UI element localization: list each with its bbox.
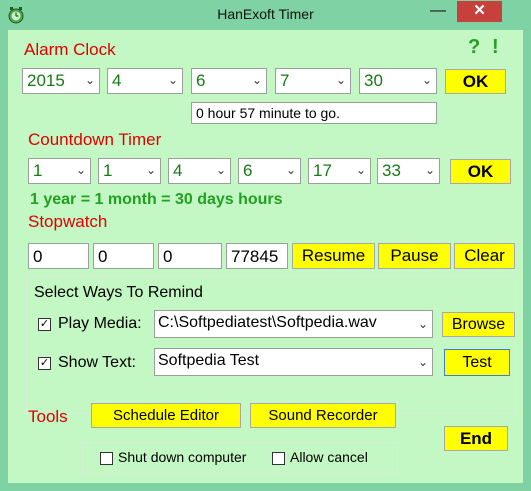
stopwatch-seconds-field[interactable]: 0 <box>158 243 222 269</box>
countdown-day-select[interactable]: 4 ⌄ <box>168 158 231 184</box>
shutdown-label: Shut down computer <box>118 449 247 465</box>
countdown-second-value: 33 <box>382 161 401 180</box>
countdown-month-select[interactable]: 1 ⌄ <box>98 158 161 184</box>
alarm-clock-label: Alarm Clock <box>24 40 116 59</box>
alarm-hour-select[interactable]: 7 ⌄ <box>275 68 351 94</box>
title-bar[interactable]: HanExoft Timer — ✕ <box>0 0 531 30</box>
close-icon[interactable]: ✕ <box>457 1 502 22</box>
countdown-month-value: 1 <box>103 161 113 180</box>
show-text-label: Show Text: <box>58 354 136 371</box>
stopwatch-hours-field[interactable]: 0 <box>28 243 89 269</box>
chevron-down-icon: ⌄ <box>335 73 346 87</box>
countdown-hour-value: 6 <box>243 161 253 180</box>
check-icon: ✓ <box>39 357 50 369</box>
pause-button[interactable]: Pause <box>378 243 451 269</box>
sound-recorder-button[interactable]: Sound Recorder <box>250 403 396 428</box>
countdown-second-select[interactable]: 33 ⌄ <box>377 158 440 184</box>
alarm-status-field[interactable]: 0 hour 57 minute to go. <box>191 102 437 124</box>
countdown-day-value: 4 <box>173 161 183 180</box>
stopwatch-label: Stopwatch <box>28 212 108 231</box>
media-path-select[interactable]: C:\Softpediatest\Softpedia.wav ⌄ <box>154 310 433 338</box>
media-path-value: C:\Softpediatest\Softpedia.wav <box>158 314 377 331</box>
client-area: Alarm Clock ? ! 2015 ⌄ 4 ⌄ 6 ⌄ 7 ⌄ 30 ⌄ … <box>8 30 523 483</box>
shutdown-checkbox[interactable] <box>100 452 113 465</box>
chevron-down-icon: ⌄ <box>145 163 156 177</box>
browse-button[interactable]: Browse <box>442 312 515 337</box>
chevron-down-icon: ⌄ <box>251 73 262 87</box>
alarm-ok-button[interactable]: OK <box>445 69 506 94</box>
countdown-hour-select[interactable]: 6 ⌄ <box>238 158 301 184</box>
chevron-down-icon: ⌄ <box>424 163 435 177</box>
stopwatch-minutes-field[interactable]: 0 <box>93 243 154 269</box>
play-media-label: Play Media: <box>58 315 142 332</box>
countdown-ok-button[interactable]: OK <box>450 159 511 184</box>
alarm-hour-value: 7 <box>280 71 290 90</box>
chevron-down-icon: ⌄ <box>75 163 86 177</box>
stopwatch-ms-field[interactable]: 77845 <box>226 243 288 269</box>
countdown-year-value: 1 <box>33 161 43 180</box>
alarm-minute-select[interactable]: 30 ⌄ <box>359 68 437 94</box>
help-question[interactable]: ? <box>468 36 480 59</box>
show-text-select[interactable]: Softpedia Test ⌄ <box>154 348 433 376</box>
alarm-day-select[interactable]: 6 ⌄ <box>191 68 267 94</box>
remind-group-label: Select Ways To Remind <box>34 284 203 301</box>
test-button[interactable]: Test <box>444 349 510 376</box>
schedule-editor-button[interactable]: Schedule Editor <box>91 403 241 428</box>
countdown-timer-label: Countdown Timer <box>28 130 162 149</box>
chevron-down-icon: ⌄ <box>417 355 428 369</box>
alarm-year-select[interactable]: 2015 ⌄ <box>22 68 100 94</box>
alarm-day-value: 6 <box>196 71 206 90</box>
chevron-down-icon: ⌄ <box>421 73 432 87</box>
play-media-checkbox[interactable]: ✓ <box>38 318 51 331</box>
clear-button[interactable]: Clear <box>454 243 515 269</box>
resume-button[interactable]: Resume <box>292 243 375 269</box>
countdown-minute-value: 17 <box>313 161 332 180</box>
check-icon: ✓ <box>39 318 50 330</box>
show-text-value: Softpedia Test <box>158 352 260 369</box>
countdown-minute-select[interactable]: 17 ⌄ <box>308 158 371 184</box>
alarm-minute-value: 30 <box>364 71 383 90</box>
tools-label: Tools <box>28 407 68 426</box>
alarm-month-select[interactable]: 4 ⌄ <box>107 68 183 94</box>
chevron-down-icon: ⌄ <box>355 163 366 177</box>
alarm-year-value: 2015 <box>27 71 65 90</box>
chevron-down-icon: ⌄ <box>215 163 226 177</box>
countdown-year-select[interactable]: 1 ⌄ <box>28 158 91 184</box>
chevron-down-icon: ⌄ <box>167 73 178 87</box>
help-exclaim[interactable]: ! <box>492 36 499 59</box>
minimize-icon[interactable]: — <box>424 2 452 22</box>
allow-cancel-checkbox[interactable] <box>272 452 285 465</box>
allow-cancel-label: Allow cancel <box>290 449 368 465</box>
chevron-down-icon: ⌄ <box>84 73 95 87</box>
chevron-down-icon: ⌄ <box>285 163 296 177</box>
end-button[interactable]: End <box>444 426 508 451</box>
alarm-month-value: 4 <box>112 71 122 90</box>
chevron-down-icon: ⌄ <box>417 317 428 331</box>
show-text-checkbox[interactable]: ✓ <box>38 357 51 370</box>
countdown-note: 1 year = 1 month = 30 days hours <box>30 191 283 208</box>
